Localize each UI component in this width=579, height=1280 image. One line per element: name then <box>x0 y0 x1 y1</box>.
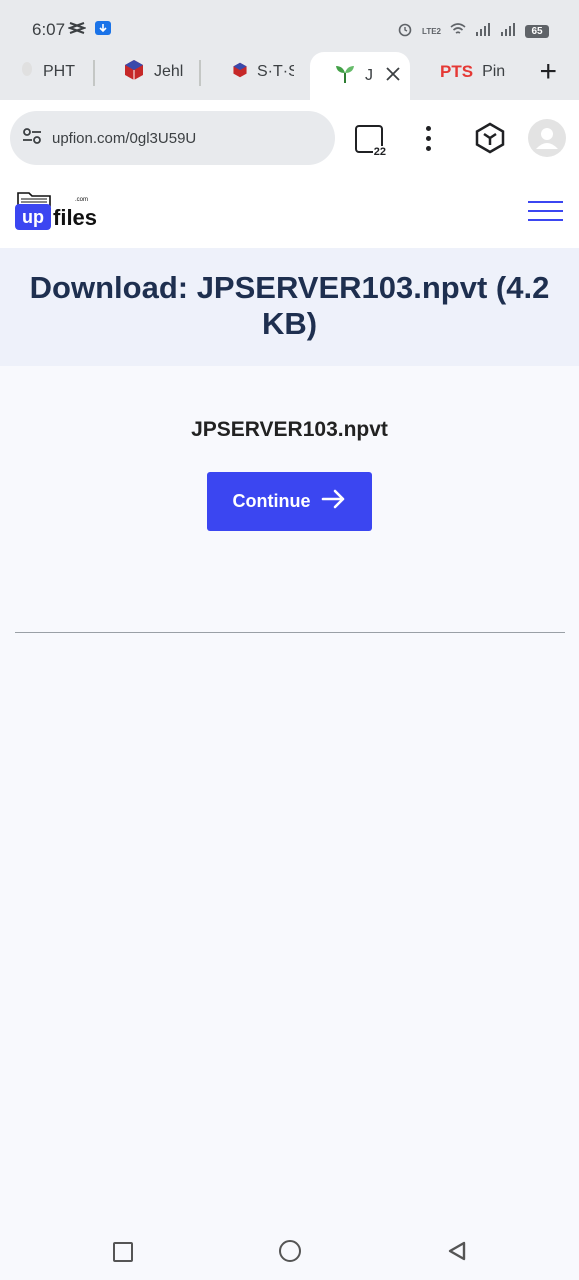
tab-pht[interactable]: PHT <box>20 52 80 92</box>
logo-com: .com <box>75 197 89 203</box>
alarm-icon <box>397 21 413 42</box>
tab-pino[interactable]: PTS Pino <box>440 52 506 92</box>
home-button[interactable] <box>279 1240 301 1262</box>
back-button[interactable] <box>446 1240 468 1267</box>
menu-line <box>528 210 563 212</box>
file-name: JPSERVER103.npvt <box>191 418 388 441</box>
signal-icon-1 <box>475 22 491 41</box>
tab-active[interactable]: J <box>310 52 410 100</box>
url-text: upfion.com/0gl3U59U <box>52 129 197 147</box>
site-settings-icon[interactable] <box>22 127 42 150</box>
dot-icon <box>426 136 431 141</box>
download-banner: Download: JPSERVER103.npvt (4.2 KB) <box>0 248 579 366</box>
tab-label: J <box>365 67 373 84</box>
tab-separator <box>199 60 201 86</box>
site-header: up files .com <box>0 178 579 248</box>
capcut-icon <box>67 20 87 41</box>
menu-line <box>528 201 563 203</box>
dot-icon <box>426 126 431 131</box>
extension-cube-icon[interactable] <box>474 122 506 159</box>
tab-label: S·T·S <box>257 63 294 80</box>
tab-sts[interactable]: S·T·S <box>232 52 294 92</box>
menu-line <box>528 219 563 221</box>
logo-files: files <box>53 205 98 230</box>
tab-label: Pino <box>482 63 506 80</box>
wifi-icon <box>450 22 466 41</box>
download-app-icon <box>94 20 112 41</box>
battery-icon: 65 <box>525 25 549 38</box>
tab-separator <box>93 60 95 86</box>
menu-button[interactable] <box>426 126 431 151</box>
tab-label: Jehl <box>154 63 184 80</box>
close-tab-icon[interactable] <box>386 66 400 86</box>
status-bar: 6:07 LTE2 65 <box>0 0 579 52</box>
continue-label: Continue <box>232 491 311 511</box>
dot-icon <box>426 146 431 151</box>
upfiles-logo[interactable]: up files .com <box>15 191 105 235</box>
tab-label: PHT <box>43 63 75 80</box>
cube-favicon-icon <box>123 59 145 86</box>
address-bar[interactable]: upfion.com/0gl3U59U <box>10 111 335 165</box>
recent-apps-button[interactable] <box>113 1242 133 1262</box>
page-title: Download: JPSERVER103.npvt (4.2 KB) <box>29 270 550 341</box>
tab-count: 22 <box>372 146 387 158</box>
status-time: 6:07 <box>32 20 66 39</box>
arrow-right-icon <box>321 489 347 514</box>
tab-switcher-button[interactable]: 22 <box>355 125 387 158</box>
hamburger-menu-button[interactable] <box>528 201 563 221</box>
signal-icon-2 <box>500 22 516 41</box>
browser-toolbar: upfion.com/0gl3U59U 22 <box>0 100 579 178</box>
volte-icon: LTE2 <box>422 27 441 36</box>
system-nav-bar <box>0 1224 579 1280</box>
cube-favicon-icon <box>232 62 248 83</box>
tab-strip: PHT Jehl S·T·S J PTS Pino + <box>0 52 579 100</box>
logo-up: up <box>15 204 51 230</box>
divider <box>15 632 565 633</box>
continue-button[interactable]: Continue <box>207 472 372 531</box>
profile-avatar[interactable] <box>528 119 566 157</box>
sprout-favicon-icon <box>334 64 356 89</box>
pts-favicon-icon: PTS <box>440 62 474 81</box>
new-tab-button[interactable]: + <box>539 57 557 87</box>
tab-jehl[interactable]: Jehl <box>123 52 187 92</box>
tab-favicon-icon <box>20 61 34 84</box>
